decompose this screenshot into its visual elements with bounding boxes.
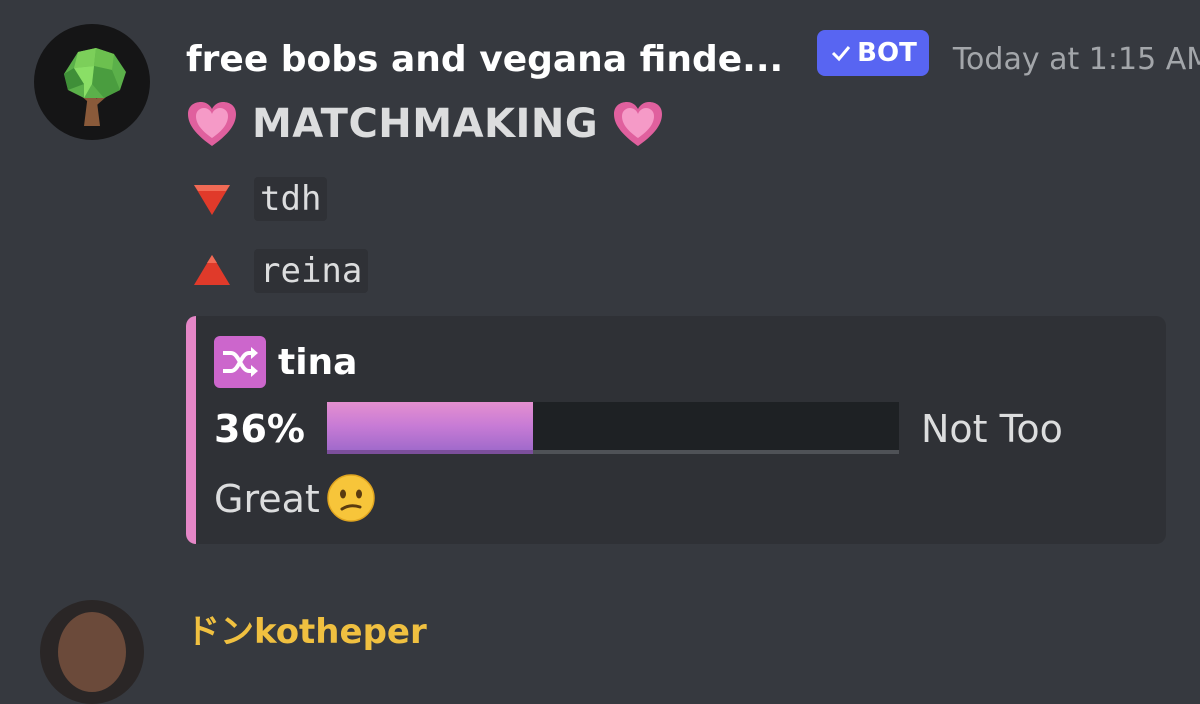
user-down-code: tdh xyxy=(254,177,328,221)
next-author-name[interactable]: ドンkotheper xyxy=(186,604,427,653)
growing-heart-icon xyxy=(188,102,236,146)
match-progress-fill xyxy=(326,401,533,454)
message-header: free bobs and vegana finde... BOT Today … xyxy=(186,24,1200,94)
shuffle-icon xyxy=(214,336,266,388)
match-progress-bar xyxy=(326,401,899,454)
timestamp[interactable]: Today at 1:15 AM xyxy=(953,42,1200,77)
bot-avatar[interactable] xyxy=(34,24,150,140)
embed-author-name: tina xyxy=(278,341,358,383)
match-percent: 36% xyxy=(214,407,305,451)
chat-message: free bobs and vegana finde... BOT Today … xyxy=(0,0,1200,580)
bot-badge-label: BOT xyxy=(857,38,917,68)
embed-author: tina xyxy=(214,336,357,388)
embed-card: tina 36% Not Too Great xyxy=(186,316,1166,544)
next-author-avatar[interactable] xyxy=(40,600,144,704)
embed-accent-bar xyxy=(186,316,196,544)
red-triangle-down-icon xyxy=(194,185,230,215)
verified-check-icon xyxy=(832,46,851,62)
author-name[interactable]: free bobs and vegana finde... xyxy=(186,39,783,80)
message-title: MATCHMAKING xyxy=(252,101,599,147)
tree-icon xyxy=(64,48,126,126)
avatar-photo xyxy=(58,612,126,692)
bot-badge: BOT xyxy=(817,30,929,76)
message-title-line: MATCHMAKING xyxy=(186,96,664,152)
confused-face-icon xyxy=(327,473,375,522)
user-up-code: reina xyxy=(254,249,369,293)
red-triangle-up-icon xyxy=(194,255,230,285)
user-down-line: tdh xyxy=(192,174,328,224)
user-up-line: reina xyxy=(192,246,369,296)
embed-description: 36% Not Too Great xyxy=(214,394,1114,534)
growing-heart-icon xyxy=(614,102,663,146)
